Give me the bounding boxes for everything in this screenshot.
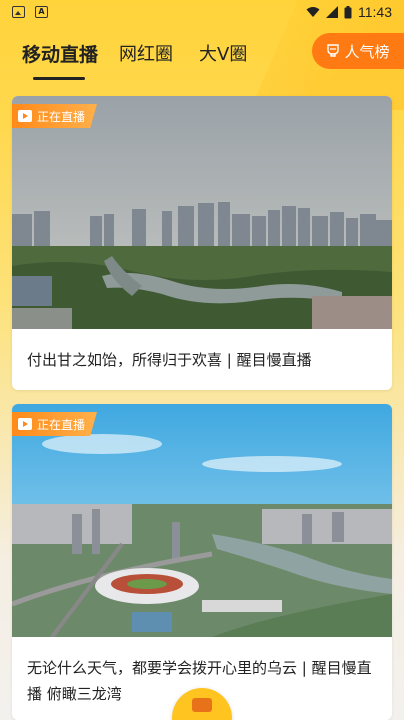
tab-influencers[interactable]: 网红圈 bbox=[119, 40, 173, 66]
gallery-notification-icon bbox=[12, 6, 25, 18]
stadium-aerial-image bbox=[12, 404, 392, 637]
trophy-icon bbox=[327, 44, 340, 57]
live-thumbnail[interactable]: 正在直播 bbox=[12, 404, 392, 637]
battery-icon bbox=[344, 5, 352, 18]
status-bar: A 11:43 bbox=[0, 0, 404, 24]
live-tv-icon bbox=[18, 110, 32, 122]
live-thumbnail[interactable]: 正在直播 bbox=[12, 96, 392, 329]
live-badge-label: 正在直播 bbox=[37, 109, 86, 124]
wifi-icon bbox=[306, 7, 320, 17]
signal-icon bbox=[326, 6, 338, 18]
popularity-rank-button[interactable]: 人气榜 bbox=[312, 33, 404, 69]
live-badge: 正在直播 bbox=[12, 412, 98, 436]
status-time: 11:43 bbox=[358, 4, 392, 20]
live-card[interactable]: 正在直播 无论什么天气，都要学会拨开心里的乌云 | 醒目慢直播 俯瞰三龙湾 bbox=[12, 404, 392, 720]
live-badge: 正在直播 bbox=[12, 104, 98, 128]
tab-mobile-live[interactable]: 移动直播 bbox=[22, 40, 98, 67]
live-card-title: 付出甘之如饴，所得归于欢喜 | 醒目慢直播 bbox=[27, 351, 312, 369]
live-card[interactable]: 正在直播 付出甘之如饴，所得归于欢喜 | 醒目慢直播 bbox=[12, 96, 392, 390]
live-badge-label: 正在直播 bbox=[37, 417, 86, 432]
popularity-rank-label: 人气榜 bbox=[344, 42, 390, 61]
city-skyline-image bbox=[12, 96, 392, 329]
active-tab-indicator bbox=[33, 77, 85, 80]
live-tv-icon bbox=[18, 418, 32, 430]
font-notification-icon: A bbox=[35, 6, 48, 18]
tab-big-v[interactable]: 大V圈 bbox=[199, 40, 247, 66]
